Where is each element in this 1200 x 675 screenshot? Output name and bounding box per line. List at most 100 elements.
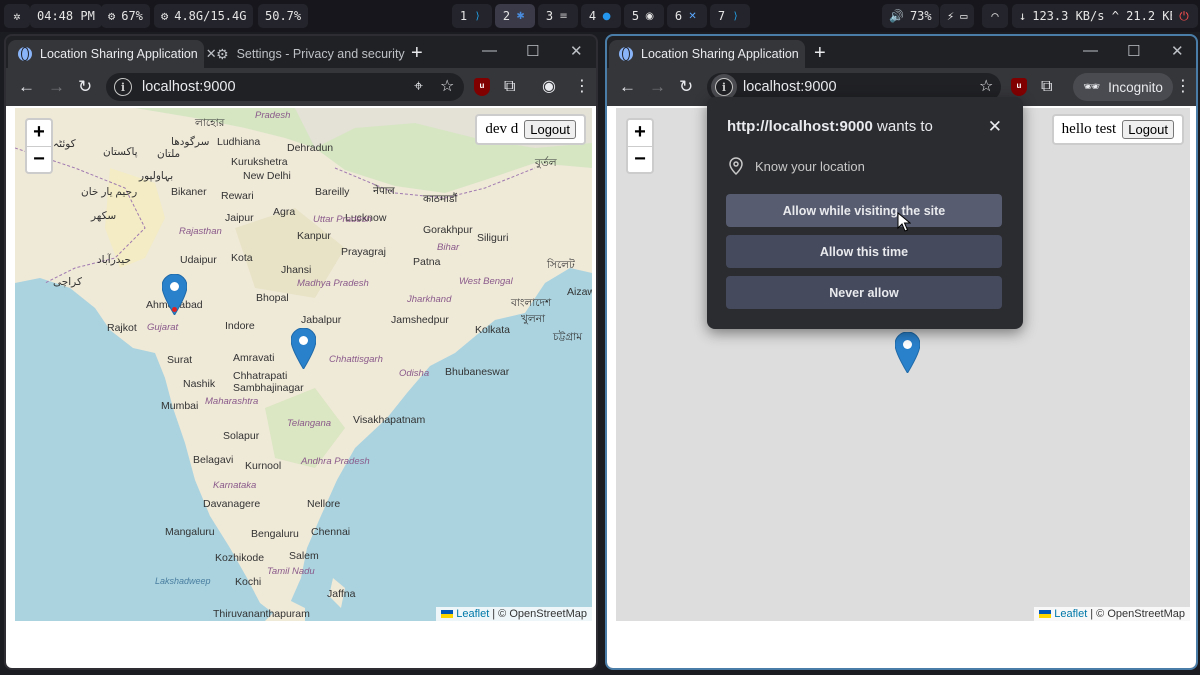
tab-label: Settings - Privacy and security [236, 47, 405, 61]
foreign-label: ملتان [157, 148, 181, 160]
current-location-dot [172, 307, 177, 312]
menu-icon[interactable]: ⋮ [1175, 78, 1191, 96]
tab-location-sharing[interactable]: Location Sharing Application [609, 40, 805, 68]
zoom-out-button[interactable]: − [27, 146, 51, 172]
address-bar[interactable]: i localhost:9000 [106, 73, 464, 101]
city-label: Prayagraj [341, 246, 386, 258]
city-label: Kota [231, 252, 253, 264]
city-label: Jabalpur [301, 314, 342, 326]
extensions-icon[interactable]: ⧉ [504, 78, 515, 96]
bookmark-star-icon[interactable]: ☆ [440, 78, 454, 96]
foreign-label: সিলেট [547, 259, 575, 271]
user-panel: hello test Logout [1051, 114, 1184, 145]
city-label: Patna [413, 256, 441, 268]
location-pin-icon[interactable]: ⌖ [414, 78, 423, 96]
foreign-label: سرگودھا [171, 136, 210, 148]
workspace-3[interactable]: 3 ≡ [538, 4, 578, 28]
battery[interactable]: ⚡ ▭ [940, 4, 975, 28]
maximize-button[interactable]: ☐ [526, 42, 539, 60]
city-label: Gorakhpur [423, 224, 473, 236]
bolt-icon: ⚡ [947, 9, 955, 23]
new-tab-button[interactable]: + [814, 43, 826, 63]
memory-percent: 50.7% [258, 4, 309, 28]
location-marker[interactable] [895, 332, 920, 373]
back-button[interactable]: ← [619, 77, 636, 97]
region-label: Chhattisgarh [329, 354, 383, 365]
new-tab-button[interactable]: + [411, 43, 423, 63]
forward-button[interactable]: → [649, 77, 666, 97]
cpu-usage: ⚙ 67% [101, 4, 150, 28]
minimize-button[interactable]: — [482, 42, 497, 59]
workspace-5[interactable]: 5 ◉ [624, 4, 664, 28]
workspace-6[interactable]: 6 ✕ [667, 4, 707, 28]
region-label: Lakshadweep [155, 576, 211, 586]
logout-button[interactable]: Logout [524, 120, 576, 139]
workspace-number: 2 [502, 9, 511, 23]
workspace-number: 3 [545, 9, 554, 23]
zoom-out-button[interactable]: − [628, 146, 652, 172]
power-icon[interactable]: ⏻ [1172, 4, 1196, 28]
ublock-icon[interactable]: u [474, 78, 490, 96]
forward-button[interactable]: → [48, 77, 65, 97]
close-window-button[interactable]: ✕ [1171, 42, 1184, 60]
bookmark-star-icon[interactable]: ☆ [979, 78, 993, 96]
close-icon[interactable]: ✕ [988, 117, 1002, 137]
maximize-button[interactable]: ☐ [1127, 42, 1140, 60]
tab-location-sharing[interactable]: Location Sharing Application ✕ [8, 40, 217, 68]
city-label: Siliguri [477, 232, 509, 244]
zoom-in-button[interactable]: + [628, 120, 652, 146]
tab-settings[interactable]: ⚙ Settings - Privacy and security [206, 40, 405, 68]
foreign-label: খুলনা [521, 313, 546, 325]
menu-icon[interactable]: ⋮ [574, 78, 590, 96]
info-icon[interactable]: i [715, 78, 733, 96]
workspace-7[interactable]: 7 ⟩ [710, 4, 750, 28]
incognito-badge[interactable]: 🕶 Incognito [1073, 73, 1173, 101]
region-label: Karnataka [213, 480, 257, 491]
leaflet-link[interactable]: Leaflet [456, 608, 489, 620]
extensions-icon[interactable]: ⧉ [1041, 78, 1052, 96]
zoom-in-button[interactable]: + [27, 120, 51, 146]
url-text: localhost:9000 [743, 79, 837, 95]
back-button[interactable]: ← [18, 77, 35, 97]
region-label: Jharkhand [407, 294, 452, 305]
memory-icon: ⚙ [161, 9, 169, 23]
workspace-2[interactable]: 2 ✱ [495, 4, 535, 28]
city-label: Rajkot [107, 322, 137, 334]
close-window-button[interactable]: ✕ [570, 42, 583, 60]
region-label: Pradesh [255, 110, 291, 121]
city-label: Davanagere [203, 498, 261, 510]
logout-button[interactable]: Logout [1122, 120, 1174, 139]
reload-button[interactable]: ↻ [679, 77, 693, 97]
never-allow-button[interactable]: Never allow [726, 276, 1002, 309]
location-marker[interactable] [291, 328, 316, 369]
map-view[interactable]: Ludhiana Dehradun Kurukshetra New Delhi Bika… [15, 108, 592, 621]
info-icon[interactable]: i [114, 78, 132, 96]
memory-usage: ⚙ 4.8G/15.4G [154, 4, 254, 28]
city-label: Bikaner [171, 186, 207, 198]
minimize-button[interactable]: — [1083, 42, 1098, 59]
city-label: Kanpur [297, 230, 331, 242]
allow-while-visiting-button[interactable]: Allow while visiting the site [726, 194, 1002, 227]
wifi-icon[interactable]: ◠ [982, 4, 1008, 28]
system-bar: ✲ 04:48 PM ⚙ 67% ⚙ 4.8G/15.4G 50.7% 1 ⟩ 2 ✱ 3 ≡… [0, 0, 1200, 32]
dialog-wants-to: wants to [877, 118, 933, 135]
foreign-label: رحیم یار خان [81, 186, 138, 198]
workspace-4[interactable]: 4 ● [581, 4, 621, 28]
launcher-icon[interactable]: ✲ [4, 4, 30, 28]
allow-this-time-button[interactable]: Allow this time [726, 235, 1002, 268]
user-name: hello test [1061, 121, 1117, 137]
speaker-icon: 🔊 [889, 9, 904, 23]
city-label: Jamshedpur [391, 314, 449, 326]
osm-attribution: | © OpenStreetMap [1090, 608, 1185, 620]
tab-label: Location Sharing Application [40, 47, 198, 61]
reload-button[interactable]: ↻ [78, 77, 92, 97]
foreign-label: काठमाडौं [423, 193, 458, 205]
snowflake-icon: ✱ [516, 10, 525, 22]
profile-icon[interactable]: ◉ [542, 78, 556, 96]
leaflet-link[interactable]: Leaflet [1054, 608, 1087, 620]
ublock-icon[interactable]: u [1011, 78, 1027, 96]
city-label: Udaipur [180, 254, 217, 266]
city-label: New Delhi [243, 170, 291, 182]
workspace-1[interactable]: 1 ⟩ [452, 4, 492, 28]
volume[interactable]: 🔊 73% [882, 4, 939, 28]
